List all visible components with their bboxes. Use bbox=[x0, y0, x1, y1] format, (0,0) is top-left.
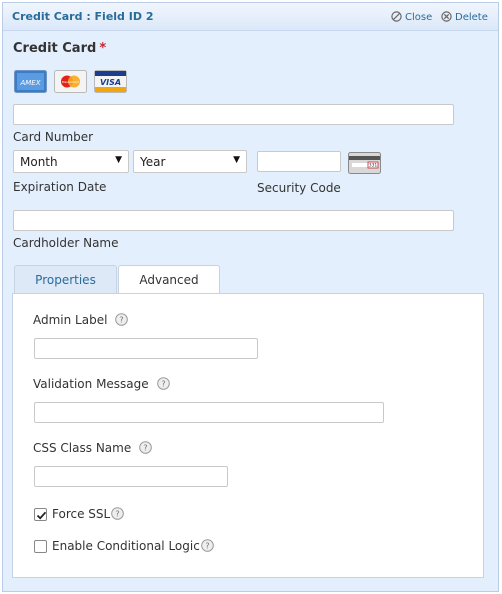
tab-properties[interactable]: Properties bbox=[14, 265, 117, 294]
delete-x-icon bbox=[441, 11, 452, 22]
amex-card-text: AMEX bbox=[19, 79, 40, 87]
force-ssl-label: Force SSL bbox=[52, 507, 111, 521]
admin-label-row: Admin Label ? bbox=[33, 313, 129, 327]
security-code-label: Security Code bbox=[257, 181, 341, 195]
advanced-tab-panel bbox=[12, 293, 484, 578]
force-ssl-row: Force SSL? bbox=[52, 507, 125, 521]
conditional-logic-row: Enable Conditional Logic? bbox=[52, 539, 214, 553]
visa-card-text: VISA bbox=[100, 78, 121, 87]
checkmark-icon bbox=[36, 511, 47, 520]
credit-card-field-label: Credit Card * bbox=[13, 41, 106, 56]
svg-text:?: ? bbox=[161, 380, 165, 389]
admin-label-text: Admin Label bbox=[33, 313, 108, 327]
validation-message-input[interactable] bbox=[34, 402, 384, 423]
css-class-text: CSS Class Name bbox=[33, 441, 132, 455]
month-select-arrow-icon: ▼ bbox=[115, 155, 122, 165]
validation-message-text: Validation Message bbox=[33, 377, 149, 391]
delete-button[interactable]: Delete bbox=[441, 11, 488, 23]
cardholder-name-input[interactable] bbox=[13, 210, 454, 231]
card-number-label: Card Number bbox=[13, 130, 94, 144]
validation-message-row: Validation Message ? bbox=[33, 377, 170, 391]
expiration-month-select[interactable]: Month ▼ bbox=[13, 150, 129, 173]
tab-advanced[interactable]: Advanced bbox=[118, 265, 220, 295]
year-select-value: Year bbox=[140, 155, 166, 169]
help-icon[interactable]: ? bbox=[111, 507, 125, 520]
css-class-row: CSS Class Name ? bbox=[33, 441, 152, 455]
conditional-logic-checkbox[interactable] bbox=[34, 540, 47, 553]
field-label-text: Credit Card bbox=[13, 41, 97, 56]
mastercard-card-text: MasterCard bbox=[62, 80, 79, 84]
expiration-year-select[interactable]: Year ▼ bbox=[133, 150, 247, 173]
visa-card-icon: VISA bbox=[94, 70, 127, 93]
expiration-date-label: Expiration Date bbox=[13, 180, 107, 194]
admin-label-input[interactable] bbox=[34, 338, 258, 359]
help-icon[interactable]: ? bbox=[201, 539, 214, 552]
close-circle-icon bbox=[391, 11, 402, 22]
panel-title: Credit Card : Field ID 2 bbox=[12, 10, 154, 23]
security-card-digits: 331 bbox=[369, 163, 378, 169]
close-label: Close bbox=[405, 12, 433, 23]
amex-card-icon: AMEX bbox=[14, 70, 47, 93]
cardholder-name-label: Cardholder Name bbox=[13, 236, 119, 250]
security-code-input[interactable] bbox=[257, 151, 341, 172]
delete-label: Delete bbox=[455, 12, 488, 23]
svg-text:?: ? bbox=[205, 542, 209, 551]
help-icon[interactable]: ? bbox=[156, 377, 170, 390]
svg-text:?: ? bbox=[120, 316, 124, 325]
help-icon[interactable]: ? bbox=[115, 313, 129, 326]
svg-text:?: ? bbox=[143, 444, 147, 453]
svg-text:?: ? bbox=[116, 510, 120, 519]
css-class-input[interactable] bbox=[34, 466, 228, 487]
force-ssl-checkbox[interactable] bbox=[34, 508, 47, 521]
help-icon[interactable]: ? bbox=[139, 441, 152, 454]
year-select-arrow-icon: ▼ bbox=[233, 155, 240, 165]
mastercard-card-icon: MasterCard bbox=[54, 70, 87, 93]
conditional-logic-label: Enable Conditional Logic bbox=[52, 539, 200, 553]
close-button[interactable]: Close bbox=[391, 11, 432, 23]
panel-header: Credit Card : Field ID 2 Close Delete bbox=[3, 3, 498, 31]
required-mark: * bbox=[99, 41, 107, 56]
month-select-value: Month bbox=[20, 155, 58, 169]
card-number-input[interactable] bbox=[13, 104, 454, 125]
security-code-card-icon: 331 bbox=[348, 152, 381, 174]
